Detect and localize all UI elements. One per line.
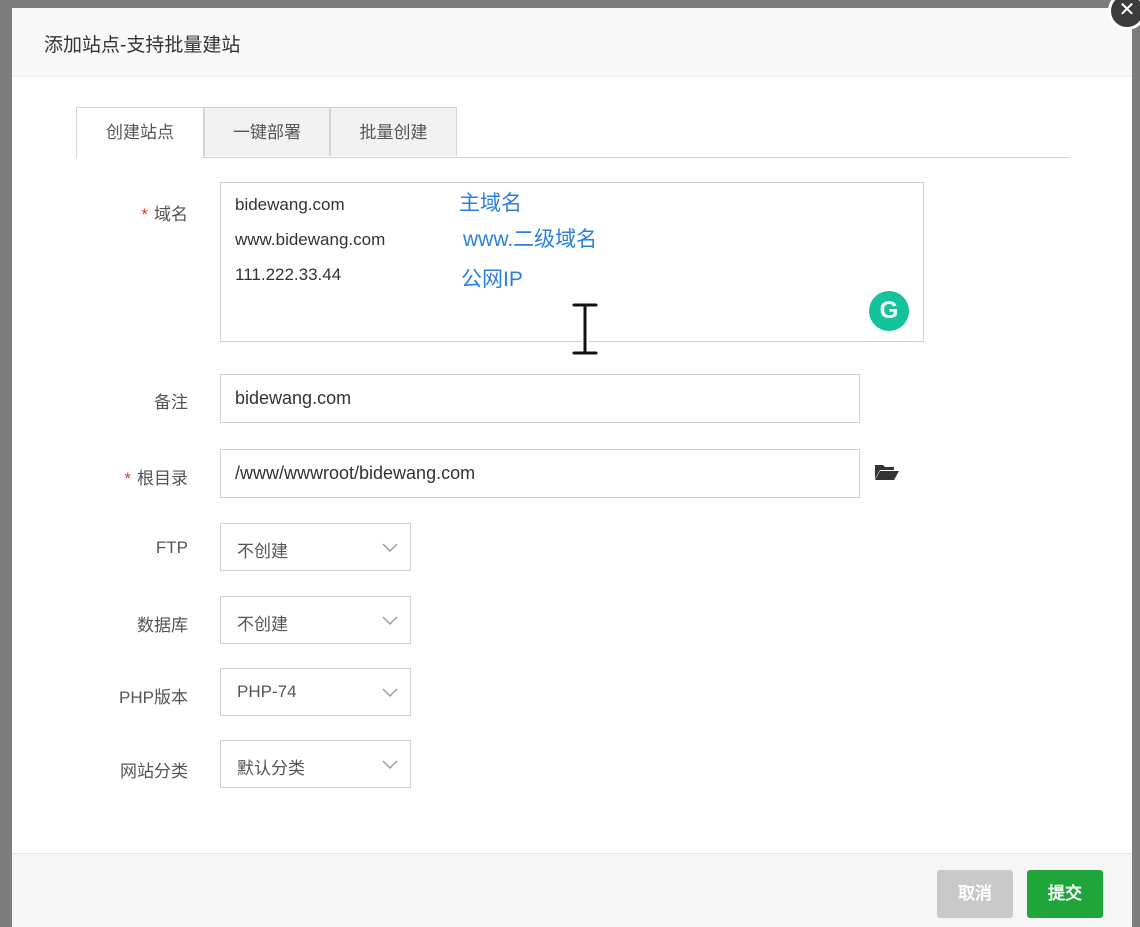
php-version-value: PHP-74 — [237, 682, 297, 701]
submit-button[interactable]: 提交 — [1027, 870, 1103, 918]
root-dir-input[interactable]: /www/wwwroot/bidewang.com — [220, 449, 860, 498]
site-category-select[interactable]: 默认分类 — [220, 740, 411, 788]
database-label: 数据库 — [137, 616, 188, 635]
chevron-down-icon — [382, 760, 398, 769]
database-select-value: 不创建 — [237, 615, 288, 634]
add-site-dialog: 添加站点-支持批量建站 创建站点 一键部署 批量创建 * 域名 bidewang.… — [12, 8, 1132, 927]
domain-line: www.bidewang.com — [235, 230, 386, 249]
database-select[interactable]: 不创建 — [220, 596, 411, 644]
domain-line: 111.222.33.44 — [235, 265, 342, 284]
domain-label-row: * 域名 — [12, 200, 188, 225]
ftp-select-value: 不创建 — [237, 542, 288, 561]
ftp-label: FTP — [155, 538, 188, 557]
chevron-down-icon — [382, 688, 398, 697]
tab-one-click-deploy[interactable]: 一键部署 — [204, 107, 330, 156]
dialog-header: 添加站点-支持批量建站 — [12, 8, 1132, 77]
required-mark: * — [141, 205, 148, 224]
annotation-www-subdomain: www.二级域名 — [463, 228, 598, 251]
ftp-select[interactable]: 不创建 — [220, 523, 411, 571]
root-dir-label: 根目录 — [137, 469, 188, 488]
tab-bar: 创建站点 一键部署 批量创建 — [76, 107, 1069, 158]
text-cursor-icon — [570, 302, 600, 356]
remark-label: 备注 — [154, 393, 188, 412]
cancel-button[interactable]: 取消 — [937, 870, 1013, 918]
tab-create-site[interactable]: 创建站点 — [76, 107, 204, 158]
annotation-main-domain: 主域名 — [459, 192, 522, 215]
remark-input[interactable]: bidewang.com — [220, 374, 860, 423]
dialog-title: 添加站点-支持批量建站 — [44, 35, 241, 56]
folder-open-icon[interactable] — [874, 462, 900, 482]
chevron-down-icon — [382, 616, 398, 625]
domain-line: bidewang.com — [235, 195, 345, 214]
root-dir-label-row: * 根目录 — [12, 464, 188, 489]
required-mark: * — [124, 469, 131, 488]
chevron-down-icon — [382, 543, 398, 552]
grammarly-icon[interactable]: G — [869, 291, 909, 331]
tab-batch-create[interactable]: 批量创建 — [330, 107, 457, 156]
annotation-public-ip: 公网IP — [461, 268, 523, 291]
php-version-select[interactable]: PHP-74 — [220, 668, 411, 716]
domain-label: 域名 — [154, 205, 188, 224]
site-category-label: 网站分类 — [120, 762, 188, 781]
php-version-label: PHP版本 — [119, 688, 188, 707]
dialog-footer: 取消 提交 — [12, 853, 1132, 927]
site-category-value: 默认分类 — [237, 759, 305, 778]
